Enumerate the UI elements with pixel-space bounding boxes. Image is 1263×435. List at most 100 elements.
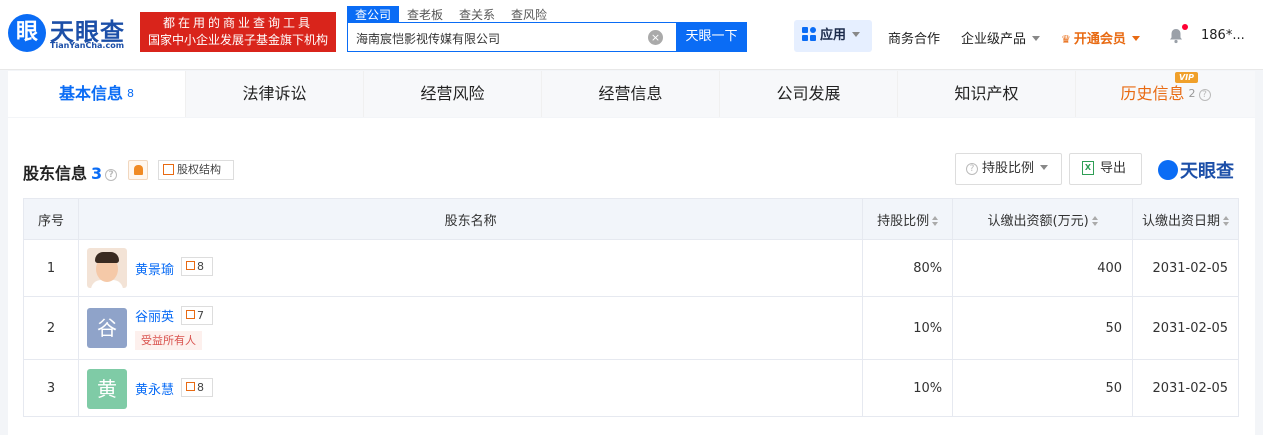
row-index: 2 — [23, 296, 79, 360]
holding-ratio: 10% — [862, 296, 954, 360]
user-account[interactable]: 186*... — [1201, 28, 1245, 43]
relation-count: 7 — [196, 308, 204, 322]
beneficial-owner-tag: 受益所有人 — [134, 330, 202, 350]
crown-icon: ♛ — [1061, 33, 1071, 46]
shareholder-table: 序号 股东名称 持股比例 认缴出资额(万元) 认缴出资日期 1 黄景瑜 8 80… — [23, 198, 1239, 417]
col-subscribed-date[interactable]: 认缴出资日期 — [1132, 198, 1239, 240]
tab-legal[interactable]: 法律诉讼 — [186, 71, 364, 117]
shareholder-cell: 黄 黄永慧 8 — [77, 359, 864, 417]
shareholder-cell: 黄景瑜 8 — [77, 239, 864, 297]
search-button[interactable]: 天眼一下 — [676, 22, 747, 52]
apps-button[interactable]: 应用 — [794, 20, 872, 52]
table-header-row: 序号 股东名称 持股比例 认缴出资额(万元) 认缴出资日期 — [23, 198, 1239, 240]
table-row: 3 黄 黄永慧 8 10% 50 2031-02-05 — [23, 359, 1239, 417]
chevron-down-icon — [1040, 165, 1049, 170]
col-subscribed-date-label: 认缴出资日期 — [1142, 213, 1221, 229]
search-type-tabs: 查公司 查老板 查关系 查风险 — [347, 4, 555, 24]
slogan-line1: 都在用的商业查询工具 — [162, 16, 313, 30]
relation-count: 8 — [196, 259, 204, 273]
tab-count: 8 — [127, 87, 134, 100]
shareholder-name-link[interactable]: 黄景瑜 — [135, 259, 174, 278]
equity-structure-label: 股权结构 — [177, 163, 221, 176]
search-box: × — [347, 22, 677, 52]
notification-dot — [1182, 24, 1188, 30]
nav-business-cooperation[interactable]: 商务合作 — [888, 28, 940, 47]
tab-history-info-label: 历史信息 — [1120, 84, 1185, 103]
nav-enterprise-products[interactable]: 企业级产品 — [961, 28, 1041, 47]
export-button[interactable]: X 导出 — [1069, 153, 1142, 185]
help-icon[interactable]: ? — [105, 168, 118, 181]
subscribed-date: 2031-02-05 — [1132, 359, 1239, 417]
logo-eye-icon: 眼 — [8, 14, 46, 52]
section-title-label: 股东信息 — [23, 164, 88, 183]
subscribed-date: 2031-02-05 — [1132, 296, 1239, 360]
row-index: 3 — [23, 359, 79, 417]
relation-icon — [185, 310, 195, 319]
monitor-bell-button[interactable] — [128, 160, 148, 180]
logo-subtext: TianYanCha.com — [50, 41, 125, 50]
watermark-logo: 天眼查 — [1158, 157, 1234, 183]
chevron-down-icon — [1032, 36, 1041, 41]
section-title: 股东信息 3? — [23, 160, 118, 184]
export-label: 导出 — [1100, 161, 1127, 176]
col-shareholder-name: 股东名称 — [77, 198, 864, 240]
nav-open-vip-label: 开通会员 — [1073, 32, 1126, 47]
relation-icon — [185, 261, 195, 270]
subscribed-amount: 50 — [952, 359, 1134, 417]
shareholder-name-link[interactable]: 黄永慧 — [135, 379, 174, 398]
sort-icon — [932, 216, 939, 226]
apps-label: 应用 — [820, 28, 847, 43]
holding-ratio: 10% — [862, 359, 954, 417]
slogan-banner: 都在用的商业查询工具 国家中小企业发展子基金旗下机构 — [140, 12, 336, 52]
category-tabs: 基本信息 8 法律诉讼 经营风险 经营信息 公司发展 知识产权 历史信息 2? — [8, 71, 1255, 117]
top-bar: 眼 天眼查 TianYanCha.com 都在用的商业查询工具 国家中小企业发展… — [0, 0, 1263, 70]
equity-structure-icon — [163, 163, 174, 175]
section-count: 3 — [91, 164, 103, 183]
relation-icon — [185, 382, 195, 391]
tab-basic-info-label: 基本信息 — [58, 84, 123, 103]
nav-open-vip[interactable]: ♛ 开通会员 — [1061, 28, 1140, 47]
row-index: 1 — [23, 239, 79, 297]
help-icon: ? — [966, 162, 978, 175]
logo-eye-icon — [1158, 160, 1178, 180]
tab-history-info[interactable]: 历史信息 2? — [1076, 71, 1255, 117]
avatar[interactable]: 谷 — [86, 307, 127, 348]
avatar[interactable] — [86, 247, 127, 288]
nav-enterprise-products-label: 企业级产品 — [961, 32, 1027, 47]
tab-company-development[interactable]: 公司发展 — [720, 71, 898, 117]
search-input[interactable] — [356, 29, 636, 47]
tab-basic-info[interactable]: 基本信息 8 — [8, 71, 186, 117]
holding-ratio-label: 持股比例 — [982, 161, 1035, 176]
col-holding-ratio[interactable]: 持股比例 — [862, 198, 954, 240]
help-icon[interactable]: ? — [1198, 88, 1211, 101]
excel-icon: X — [1082, 160, 1094, 175]
col-subscribed-amount-label: 认缴出资额(万元) — [987, 213, 1089, 229]
relation-count-badge[interactable]: 8 — [180, 377, 213, 397]
col-subscribed-amount[interactable]: 认缴出资额(万元) — [952, 198, 1134, 240]
bell-icon — [134, 165, 143, 175]
chevron-down-icon — [1131, 36, 1140, 41]
col-index: 序号 — [23, 198, 79, 240]
relation-count: 8 — [196, 380, 204, 394]
relation-count-badge[interactable]: 8 — [180, 256, 213, 276]
subscribed-amount: 400 — [952, 239, 1134, 297]
sort-icon — [1091, 216, 1098, 226]
tab-intellectual-property[interactable]: 知识产权 — [898, 71, 1076, 117]
avatar[interactable]: 黄 — [86, 368, 127, 409]
chevron-down-icon — [852, 32, 861, 37]
notification-bell-icon[interactable] — [1168, 28, 1184, 44]
tab-operation-info[interactable]: 经营信息 — [542, 71, 720, 117]
holding-ratio-dropdown[interactable]: ? 持股比例 — [955, 153, 1062, 185]
slogan-line2: 国家中小企业发展子基金旗下机构 — [147, 33, 328, 47]
table-row: 2 谷 谷丽英 7 受益所有人 10% 50 2031-02-05 — [23, 296, 1239, 360]
equity-structure-button[interactable]: 股权结构 — [158, 160, 234, 180]
tab-operation-risk[interactable]: 经营风险 — [364, 71, 542, 117]
vip-badge: VIP — [1175, 72, 1198, 83]
table-row: 1 黄景瑜 8 80% 400 2031-02-05 — [23, 239, 1239, 297]
subscribed-date: 2031-02-05 — [1132, 239, 1239, 297]
relation-count-badge[interactable]: 7 — [180, 305, 213, 325]
clear-icon[interactable]: × — [648, 30, 663, 45]
shareholder-cell: 谷 谷丽英 7 受益所有人 — [77, 296, 864, 360]
shareholder-name-link[interactable]: 谷丽英 — [135, 306, 174, 325]
logo[interactable]: 眼 天眼查 TianYanCha.com — [8, 10, 136, 56]
